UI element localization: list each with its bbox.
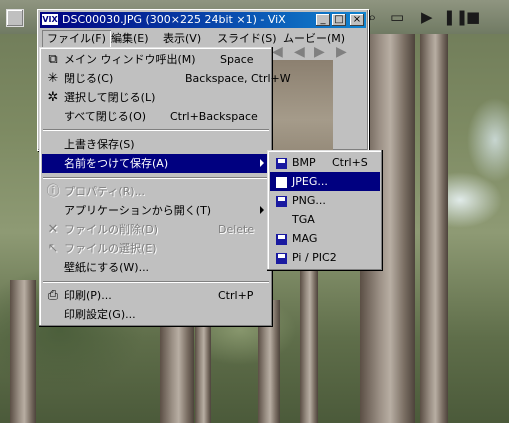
menu-item-main-window[interactable]: ⧉ メイン ウィンドウ呼出(M) Space [42,50,270,69]
submenu-item-tga[interactable]: TGA [270,210,380,229]
play-icon[interactable]: ▶ [421,9,433,25]
menu-file[interactable]: ファイル(F) [42,30,111,48]
close-button[interactable]: × [350,14,364,26]
menu-item-overwrite-save[interactable]: 上書き保存(S) [42,135,270,154]
floppy-icon [272,173,290,190]
floppy-icon [272,230,290,247]
submenu-item-pi-pic2[interactable]: Pi / PIC2 [270,248,380,267]
menu-item-wallpaper[interactable]: 壁紙にする(W)... [42,258,270,277]
submenu-item-jpeg[interactable]: JPEG... [270,172,380,191]
restore-window-icon[interactable] [6,9,24,27]
separator [43,129,269,131]
window-title: DSC00030.JPG (300×225 24bit ×1) - ViX [62,13,286,26]
minimize-button[interactable]: _ [316,14,330,26]
submenu-arrow-icon [260,159,264,167]
title-bar[interactable]: VIX DSC00030.JPG (300×225 24bit ×1) - Vi… [40,12,366,28]
separator [43,281,269,283]
floppy-icon [272,249,290,266]
printer-icon: ⎙ [47,288,59,303]
next-icon[interactable]: ▶ [314,44,325,60]
submenu-item-png[interactable]: PNG... [270,191,380,210]
separator [43,177,269,179]
monitor-icon[interactable]: ▭ [390,9,404,25]
prev-icon[interactable]: ◀ [294,44,305,60]
menu-item-delete-file[interactable]: ✕ ファイルの削除(D) Delete [42,220,270,239]
info-icon: ⓘ [46,184,60,199]
menu-edit[interactable]: 編集(E) [106,30,154,48]
menu-item-save-as[interactable]: 名前をつけて保存(A) [42,154,270,173]
menu-item-close-all[interactable]: すべて閉じる(O) Ctrl+Backspace [42,107,270,126]
app-icon[interactable]: VIX [42,14,58,25]
submenu-item-mag[interactable]: MAG [270,229,380,248]
cursor-icon: ↖ [47,241,59,256]
menu-item-select-file[interactable]: ↖ ファイルの選択(E) [42,239,270,258]
menu-item-open-with[interactable]: アプリケーションから開く(T) [42,201,270,220]
file-menu: ⧉ メイン ウィンドウ呼出(M) Space ✳ 閉じる(C) Backspac… [39,47,291,327]
stop-icon[interactable]: ■ [466,9,480,25]
close-burst-icon: ✳ [47,71,59,86]
menu-view[interactable]: 表示(V) [158,30,206,48]
floppy-icon [272,192,290,209]
submenu-item-bmp[interactable]: BMP Ctrl+S [270,153,380,172]
menu-item-properties[interactable]: ⓘ プロパティ(R)... [42,182,270,201]
main-window-icon: ⧉ [48,52,58,67]
prev-start-icon[interactable]: ◀ [272,44,283,60]
delete-x-icon: ✕ [47,222,59,237]
next-end-icon[interactable]: ▶ [336,44,347,60]
submenu-arrow-icon [260,206,264,214]
pause-icon[interactable]: ❚❚ [443,9,468,25]
menu-item-select-close[interactable]: ✲ 選択して閉じる(L) [42,88,270,107]
menu-item-print-settings[interactable]: 印刷設定(G)... [42,305,270,324]
save-as-submenu: BMP Ctrl+S JPEG... PNG... TGA MAG Pi / P… [267,150,383,271]
floppy-icon [272,154,290,171]
zoom-icon[interactable]: ⌕ [368,9,376,25]
menu-item-print[interactable]: ⎙ 印刷(P)... Ctrl+P [42,286,270,305]
menu-item-close[interactable]: ✳ 閉じる(C) Backspace, Ctrl+W [42,69,291,88]
maximize-button[interactable]: □ [332,14,346,26]
select-close-icon: ✲ [47,90,59,105]
